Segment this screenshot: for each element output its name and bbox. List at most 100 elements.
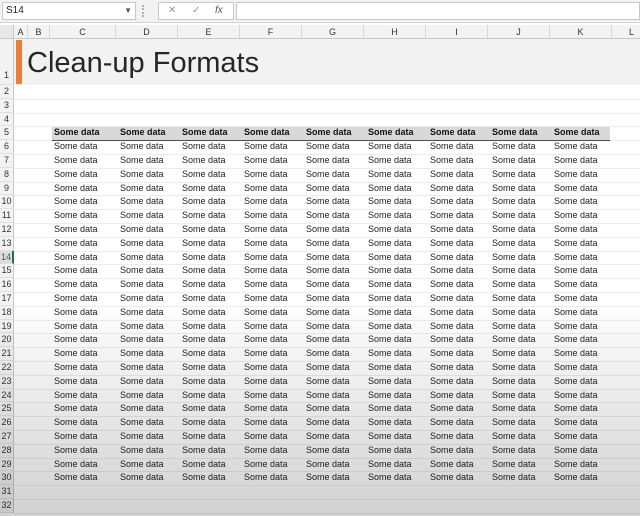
table-header-cell[interactable]: Some data [244, 126, 290, 139]
table-cell[interactable]: Some data [182, 251, 226, 264]
table-cell[interactable]: Some data [244, 154, 288, 167]
column-header-a[interactable]: A [14, 25, 28, 39]
row-header-25[interactable]: 25 [0, 402, 14, 417]
insert-function-icon[interactable]: fx [215, 3, 223, 19]
table-cell[interactable]: Some data [554, 416, 598, 429]
table-cell[interactable]: Some data [306, 292, 350, 305]
table-cell[interactable]: Some data [120, 237, 164, 250]
table-cell[interactable]: Some data [430, 361, 474, 374]
table-cell[interactable]: Some data [368, 154, 412, 167]
table-cell[interactable]: Some data [182, 375, 226, 388]
table-cell[interactable]: Some data [368, 458, 412, 471]
table-cell[interactable]: Some data [182, 278, 226, 291]
row-header-23[interactable]: 23 [0, 374, 14, 389]
table-cell[interactable]: Some data [306, 264, 350, 277]
table-cell[interactable]: Some data [54, 182, 98, 195]
table-cell[interactable]: Some data [554, 320, 598, 333]
table-cell[interactable]: Some data [244, 223, 288, 236]
column-header-k[interactable]: K [550, 25, 612, 39]
row-header-28[interactable]: 28 [0, 443, 14, 458]
table-header-cell[interactable]: Some data [430, 126, 476, 139]
table-cell[interactable]: Some data [306, 361, 350, 374]
table-cell[interactable]: Some data [54, 195, 98, 208]
row-header-13[interactable]: 13 [0, 236, 14, 251]
table-cell[interactable]: Some data [554, 430, 598, 443]
table-cell[interactable]: Some data [120, 375, 164, 388]
table-cell[interactable]: Some data [554, 306, 598, 319]
table-cell[interactable]: Some data [120, 361, 164, 374]
table-cell[interactable]: Some data [554, 182, 598, 195]
cancel-icon[interactable]: ✕ [168, 3, 176, 19]
table-cell[interactable]: Some data [492, 237, 536, 250]
table-cell[interactable]: Some data [182, 237, 226, 250]
table-cell[interactable]: Some data [306, 389, 350, 402]
table-cell[interactable]: Some data [368, 389, 412, 402]
table-cell[interactable]: Some data [244, 237, 288, 250]
table-cell[interactable]: Some data [54, 264, 98, 277]
row-header-3[interactable]: 3 [0, 98, 14, 113]
table-cell[interactable]: Some data [182, 333, 226, 346]
table-cell[interactable]: Some data [368, 430, 412, 443]
table-cell[interactable]: Some data [430, 182, 474, 195]
table-cell[interactable]: Some data [368, 237, 412, 250]
table-cell[interactable]: Some data [120, 444, 164, 457]
table-cell[interactable]: Some data [554, 402, 598, 415]
column-header-d[interactable]: D [116, 25, 178, 39]
row-header-12[interactable]: 12 [0, 223, 14, 237]
table-cell[interactable]: Some data [182, 223, 226, 236]
table-cell[interactable]: Some data [120, 195, 164, 208]
table-cell[interactable]: Some data [554, 223, 598, 236]
row-header-9[interactable]: 9 [0, 181, 14, 196]
table-cell[interactable]: Some data [554, 168, 598, 181]
table-cell[interactable]: Some data [244, 416, 288, 429]
column-header-h[interactable]: H [364, 25, 426, 39]
table-cell[interactable]: Some data [120, 292, 164, 305]
table-cell[interactable]: Some data [182, 347, 226, 360]
row-header-19[interactable]: 19 [0, 319, 14, 334]
table-cell[interactable]: Some data [182, 168, 226, 181]
table-cell[interactable]: Some data [244, 402, 288, 415]
table-cell[interactable]: Some data [54, 347, 98, 360]
table-header-cell[interactable]: Some data [492, 126, 538, 139]
table-cell[interactable]: Some data [368, 292, 412, 305]
formula-input[interactable] [236, 2, 640, 20]
table-cell[interactable]: Some data [120, 251, 164, 264]
row-header-21[interactable]: 21 [0, 347, 14, 361]
row-header-26[interactable]: 26 [0, 416, 14, 430]
table-cell[interactable]: Some data [554, 347, 598, 360]
table-cell[interactable]: Some data [554, 237, 598, 250]
table-cell[interactable]: Some data [554, 333, 598, 346]
table-cell[interactable]: Some data [120, 168, 164, 181]
table-cell[interactable]: Some data [244, 195, 288, 208]
table-cell[interactable]: Some data [368, 471, 412, 484]
name-box[interactable]: S14 ▼ [2, 2, 136, 20]
table-cell[interactable]: Some data [430, 416, 474, 429]
row-header-2[interactable]: 2 [0, 85, 14, 99]
table-cell[interactable]: Some data [54, 306, 98, 319]
table-cell[interactable]: Some data [54, 140, 98, 153]
table-cell[interactable]: Some data [244, 278, 288, 291]
row-header-14[interactable]: 14 [0, 250, 14, 265]
table-cell[interactable]: Some data [554, 361, 598, 374]
row-header-8[interactable]: 8 [0, 167, 14, 182]
table-cell[interactable]: Some data [182, 320, 226, 333]
column-header-l[interactable]: L [612, 25, 640, 39]
table-cell[interactable]: Some data [554, 209, 598, 222]
table-cell[interactable]: Some data [430, 471, 474, 484]
table-cell[interactable]: Some data [120, 471, 164, 484]
table-cell[interactable]: Some data [182, 389, 226, 402]
table-cell[interactable]: Some data [54, 444, 98, 457]
table-cell[interactable]: Some data [554, 389, 598, 402]
table-cell[interactable]: Some data [120, 416, 164, 429]
row-header-22[interactable]: 22 [0, 361, 14, 375]
table-cell[interactable]: Some data [368, 264, 412, 277]
table-cell[interactable]: Some data [54, 209, 98, 222]
table-cell[interactable]: Some data [430, 154, 474, 167]
table-cell[interactable]: Some data [120, 333, 164, 346]
table-cell[interactable]: Some data [120, 140, 164, 153]
table-cell[interactable]: Some data [182, 444, 226, 457]
table-cell[interactable]: Some data [554, 278, 598, 291]
table-cell[interactable]: Some data [492, 430, 536, 443]
table-cell[interactable]: Some data [368, 333, 412, 346]
table-cell[interactable]: Some data [368, 278, 412, 291]
